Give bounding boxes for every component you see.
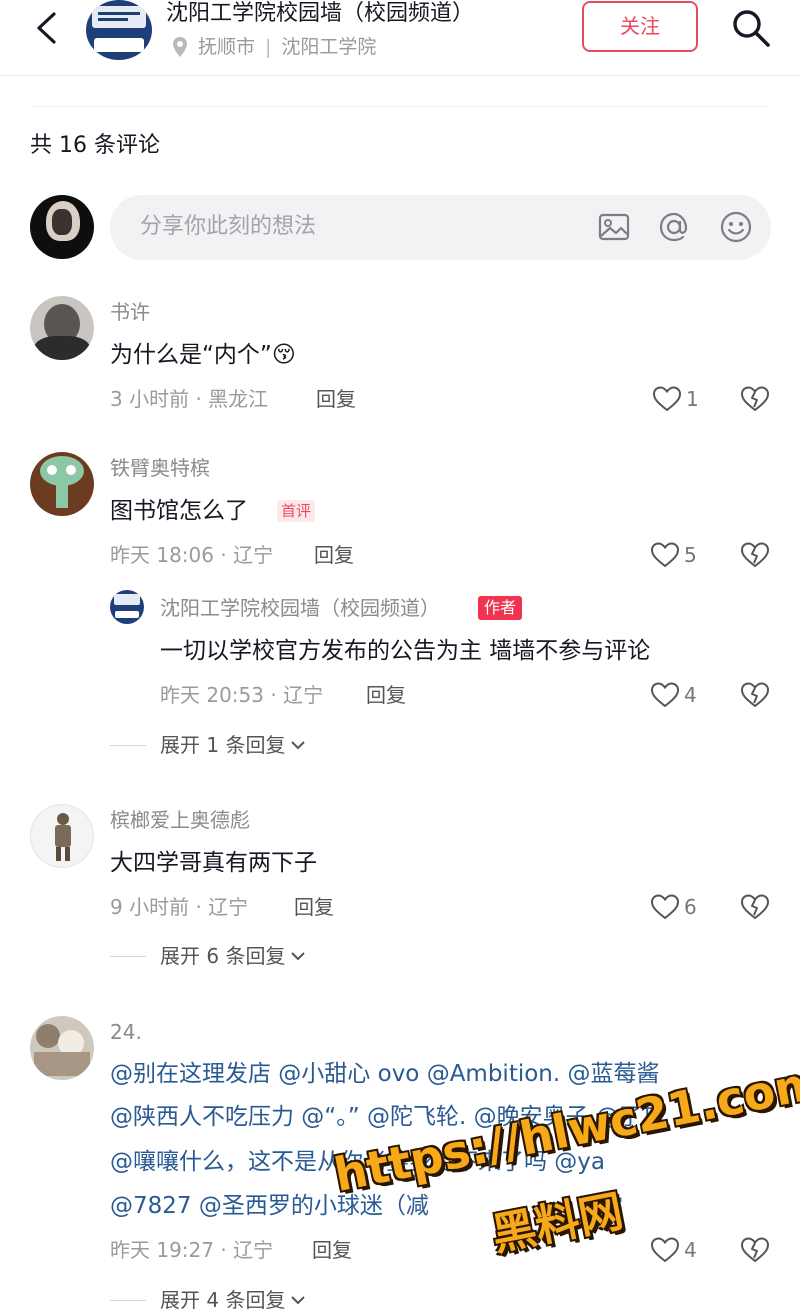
- expand-replies-button[interactable]: 展开 6 条回复: [160, 942, 307, 970]
- channel-name[interactable]: 沈阳工学院校园墙（校园频道）: [166, 0, 474, 28]
- channel-avatar[interactable]: [86, 0, 152, 60]
- like-count: 6: [684, 895, 697, 919]
- broken-heart-icon[interactable]: [740, 540, 770, 570]
- mention-line[interactable]: @7827 @圣西罗的小球迷（减: [110, 1189, 429, 1223]
- chevron-down-icon: [291, 1296, 306, 1305]
- reply-button[interactable]: 回复: [314, 541, 354, 569]
- first-comment-badge: 首评: [277, 500, 316, 522]
- author-badge: 作者: [478, 596, 523, 620]
- reply-button[interactable]: 回复: [294, 893, 334, 921]
- expand-replies-button[interactable]: 展开 1 条回复: [160, 731, 307, 759]
- like-count: 5: [684, 543, 697, 567]
- heart-icon[interactable]: [650, 681, 680, 709]
- comment-count: 共 16 条评论: [30, 133, 160, 158]
- my-avatar: [30, 195, 94, 259]
- location-city: 抚顺市: [198, 36, 256, 58]
- chevron-down-icon: [291, 741, 306, 750]
- comment-nickname[interactable]: 铁臂奥特槟: [110, 454, 210, 482]
- reply-avatar[interactable]: [110, 590, 144, 624]
- like-count: 1: [686, 387, 699, 411]
- comment-nickname[interactable]: 24.: [110, 1018, 142, 1046]
- comment-nickname[interactable]: 书许: [110, 298, 150, 326]
- comment-meta: 9 小时前 · 辽宁: [110, 895, 249, 919]
- channel-location: 抚顺市 | 沈阳工学院: [172, 34, 376, 60]
- watermark-text: 黑料网: [487, 1185, 628, 1262]
- expand-divider: [110, 1300, 146, 1301]
- heart-icon[interactable]: [652, 385, 682, 413]
- back-arrow-icon[interactable]: [30, 10, 64, 46]
- comment-text: 图书馆怎么了: [110, 498, 248, 524]
- reply-button[interactable]: 回复: [366, 681, 406, 709]
- comment-meta: 昨天 19:27 · 辽宁: [110, 1238, 274, 1262]
- mention-line[interactable]: @别在这理发店 @小甜心 ovo @Ambition. @蓝莓酱: [110, 1057, 660, 1091]
- location-separator: |: [265, 36, 272, 58]
- reply-text: 一切以学校官方发布的公告为主 墙墙不参与评论: [160, 638, 651, 664]
- follow-button[interactable]: 关注: [582, 1, 698, 52]
- divider: [30, 106, 770, 107]
- expand-divider: [110, 745, 146, 746]
- like-count: 4: [684, 1238, 697, 1262]
- at-icon[interactable]: [656, 209, 692, 245]
- reply-meta: 昨天 20:53 · 辽宁: [160, 683, 324, 707]
- kiss-emoji: 😚: [271, 342, 296, 368]
- emoji-icon[interactable]: [718, 209, 754, 245]
- broken-heart-icon[interactable]: [740, 1235, 770, 1265]
- comment-text: 为什么是“内个”😚: [110, 342, 296, 368]
- heart-icon[interactable]: [650, 1236, 680, 1264]
- heart-icon[interactable]: [650, 893, 680, 921]
- comment-input[interactable]: 分享你此刻的想法: [110, 195, 771, 260]
- reply-nickname[interactable]: 沈阳工学院校园墙（校园频道）: [160, 594, 440, 622]
- location-pin-icon: [173, 37, 187, 57]
- comment-nickname[interactable]: 槟榔爱上奥德彪: [110, 806, 250, 834]
- expand-replies-button[interactable]: 展开 4 条回复: [160, 1286, 307, 1314]
- image-icon[interactable]: [596, 209, 632, 245]
- comment-avatar[interactable]: [30, 1016, 94, 1080]
- broken-heart-icon[interactable]: [740, 384, 770, 414]
- comment-input-placeholder: 分享你此刻的想法: [140, 214, 317, 239]
- comment-meta: 3 小时前 · 黑龙江: [110, 387, 269, 411]
- reply-button[interactable]: 回复: [316, 385, 356, 413]
- heart-icon[interactable]: [650, 541, 680, 569]
- location-school: 沈阳工学院: [281, 36, 377, 58]
- comment-avatar[interactable]: [30, 296, 94, 360]
- search-icon[interactable]: [730, 7, 772, 49]
- broken-heart-icon[interactable]: [740, 892, 770, 922]
- comment-text: 大四学哥真有两下子: [110, 850, 317, 876]
- broken-heart-icon[interactable]: [740, 680, 770, 710]
- like-count: 4: [684, 683, 697, 707]
- comment-meta: 昨天 18:06 · 辽宁: [110, 543, 274, 567]
- comment-avatar[interactable]: [30, 804, 94, 868]
- comment-avatar[interactable]: [30, 452, 94, 516]
- expand-divider: [110, 956, 146, 957]
- reply-button[interactable]: 回复: [312, 1236, 352, 1264]
- top-bar: 沈阳工学院校园墙（校园频道） 抚顺市 | 沈阳工学院 关注: [0, 0, 800, 76]
- chevron-down-icon: [291, 952, 306, 961]
